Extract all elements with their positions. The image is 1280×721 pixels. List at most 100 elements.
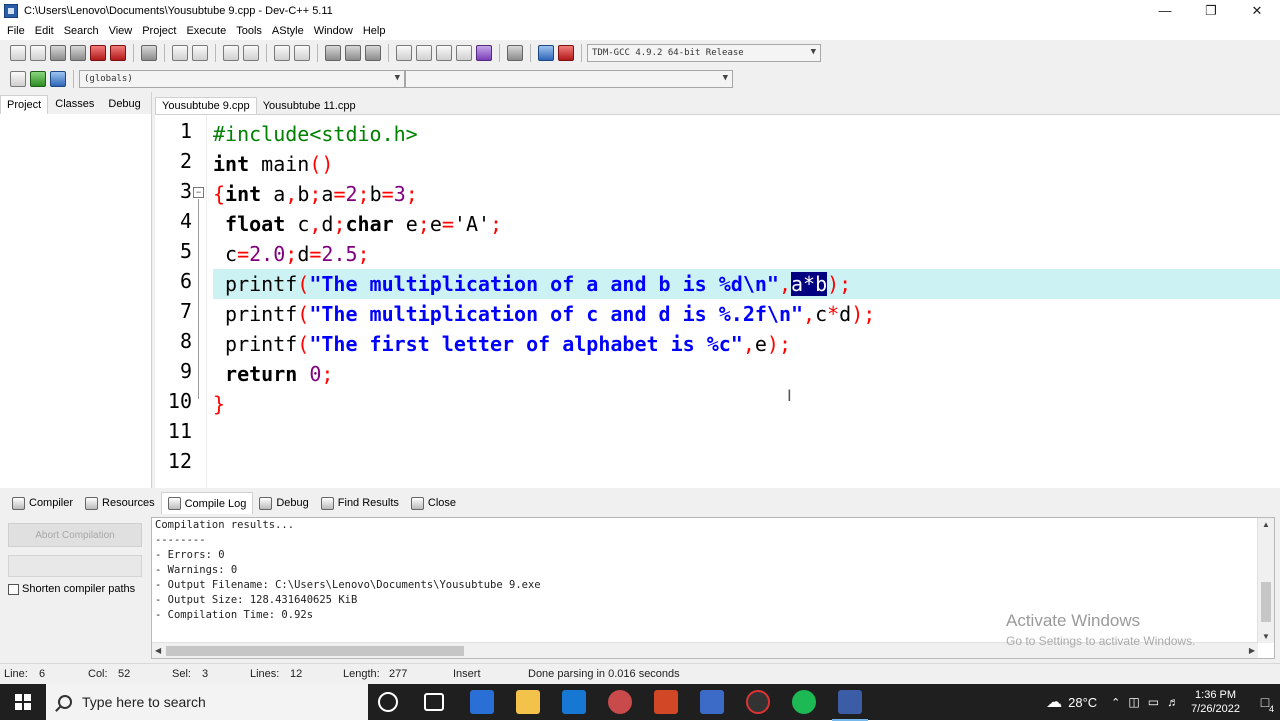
weather-temperature[interactable]: 28°C bbox=[1068, 695, 1097, 710]
abort-compilation-button[interactable]: Abort Compilation bbox=[8, 523, 142, 547]
run-icon[interactable] bbox=[416, 45, 432, 61]
chevron-down-icon: ▼ bbox=[722, 73, 728, 83]
tab-debug-bottom[interactable]: Debug bbox=[253, 492, 314, 514]
bookmark-icon[interactable] bbox=[294, 45, 310, 61]
find-icon[interactable] bbox=[223, 45, 239, 61]
microsoft-store-icon[interactable] bbox=[470, 690, 494, 714]
file-explorer-icon[interactable] bbox=[516, 690, 540, 714]
shorten-paths-checkbox[interactable] bbox=[8, 583, 19, 595]
menu-search[interactable]: Search bbox=[59, 25, 104, 37]
compile-icon[interactable] bbox=[396, 45, 412, 61]
settings-app-icon[interactable] bbox=[700, 690, 724, 714]
start-button[interactable] bbox=[0, 684, 46, 720]
tab-yousubtube-9[interactable]: Yousubtube 9.cpp bbox=[155, 97, 257, 114]
weather-cloud-icon[interactable]: ☁ bbox=[1046, 692, 1062, 712]
goto-line-icon[interactable] bbox=[274, 45, 290, 61]
notification-center-button[interactable]: □ 4 bbox=[1250, 684, 1280, 720]
tab-project[interactable]: Project bbox=[0, 95, 49, 114]
chevron-down-icon: ▼ bbox=[394, 73, 400, 83]
tab-find-results[interactable]: Find Results bbox=[315, 492, 405, 514]
taskbar-clock[interactable]: 1:36 PM 7/26/2022 bbox=[1191, 688, 1240, 716]
tab-classes[interactable]: Classes bbox=[48, 94, 101, 114]
member-select[interactable]: ▼ bbox=[405, 70, 733, 88]
battery-icon[interactable]: ▭ bbox=[1148, 695, 1159, 709]
code-token: * bbox=[827, 302, 840, 326]
status-bar: Line: 6 Col: 52 Sel: 3 Lines: 12 Length:… bbox=[0, 663, 1280, 684]
menu-edit[interactable]: Edit bbox=[30, 25, 59, 37]
scroll-right-icon[interactable]: ▶ bbox=[1249, 646, 1255, 655]
menu-view[interactable]: View bbox=[104, 25, 138, 37]
tab-compiler[interactable]: Compiler bbox=[6, 492, 79, 514]
main-toolbar: TDM-GCC 4.9.2 64-bit Release ▼ bbox=[0, 40, 1280, 66]
toggle-comment-icon[interactable] bbox=[365, 45, 381, 61]
tab-close[interactable]: Close bbox=[405, 492, 462, 514]
powerpoint-icon[interactable] bbox=[654, 690, 678, 714]
scrollbar-thumb[interactable] bbox=[1261, 582, 1271, 622]
menu-window[interactable]: Window bbox=[309, 25, 358, 37]
tab-compile-log[interactable]: Compile Log bbox=[160, 492, 254, 514]
save-all-icon[interactable] bbox=[70, 45, 86, 61]
menu-project[interactable]: Project bbox=[137, 25, 181, 37]
insert-code-icon[interactable] bbox=[30, 71, 46, 87]
spotify-icon[interactable] bbox=[792, 690, 816, 714]
recorder-icon[interactable] bbox=[746, 690, 770, 714]
mail-icon[interactable] bbox=[562, 690, 586, 714]
open-file-icon[interactable] bbox=[30, 45, 46, 61]
volume-icon[interactable]: ♬ bbox=[1167, 695, 1179, 709]
scrollbar-thumb[interactable] bbox=[166, 646, 464, 656]
toolbar-separator bbox=[317, 44, 318, 62]
stop-execution-icon[interactable] bbox=[507, 45, 523, 61]
menu-execute[interactable]: Execute bbox=[181, 25, 231, 37]
tab-debug[interactable]: Debug bbox=[101, 94, 147, 114]
scroll-up-icon[interactable]: ▲ bbox=[1262, 520, 1270, 529]
profile-chart-icon[interactable] bbox=[538, 45, 554, 61]
close-all-icon[interactable] bbox=[110, 45, 126, 61]
code-token: printf bbox=[225, 332, 298, 356]
tab-resources[interactable]: Resources bbox=[79, 492, 161, 514]
menu-file[interactable]: File bbox=[2, 25, 30, 37]
task-view-icon[interactable] bbox=[424, 693, 444, 711]
syntax-check-icon[interactable] bbox=[476, 45, 492, 61]
close-button[interactable]: ✕ bbox=[1234, 0, 1280, 21]
taskbar-search-box[interactable]: Type here to search bbox=[46, 684, 368, 720]
code-token: int bbox=[225, 182, 262, 206]
debug-icon[interactable] bbox=[558, 45, 574, 61]
code-line-3: {int a,b;a=2;b=3; bbox=[213, 179, 1280, 209]
fold-collapse-icon[interactable]: − bbox=[193, 187, 204, 198]
close-file-icon[interactable] bbox=[90, 45, 106, 61]
redo-icon[interactable] bbox=[192, 45, 208, 61]
scroll-left-icon[interactable]: ◀ bbox=[155, 646, 161, 655]
scroll-down-icon[interactable]: ▼ bbox=[1262, 632, 1270, 641]
code-token: b bbox=[297, 182, 310, 206]
minimize-button[interactable]: — bbox=[1142, 0, 1188, 21]
tab-yousubtube-11[interactable]: Yousubtube 11.cpp bbox=[257, 98, 362, 114]
new-project-icon[interactable] bbox=[10, 71, 26, 87]
cortana-icon[interactable] bbox=[378, 692, 398, 712]
compile-run-icon[interactable] bbox=[436, 45, 452, 61]
save-icon[interactable] bbox=[50, 45, 66, 61]
code-token: ; bbox=[285, 242, 298, 266]
menu-tools[interactable]: Tools bbox=[231, 25, 267, 37]
log-vertical-scrollbar[interactable]: ▲ ▼ bbox=[1257, 518, 1274, 643]
restore-button[interactable]: ❐ bbox=[1188, 0, 1234, 21]
menu-help[interactable]: Help bbox=[358, 25, 391, 37]
code-token: 2 bbox=[345, 182, 358, 206]
replace-icon[interactable] bbox=[243, 45, 259, 61]
unindent-icon[interactable] bbox=[345, 45, 361, 61]
compiler-select[interactable]: TDM-GCC 4.9.2 64-bit Release ▼ bbox=[587, 44, 821, 62]
shorten-paths-option[interactable]: Shorten compiler paths bbox=[8, 583, 135, 595]
paint-3d-icon[interactable] bbox=[608, 690, 632, 714]
toolbar-separator bbox=[73, 70, 74, 88]
new-file-icon[interactable] bbox=[10, 45, 26, 61]
network-icon[interactable]: ◫ bbox=[1128, 695, 1139, 709]
undo-icon[interactable] bbox=[172, 45, 188, 61]
tray-chevron-up-icon[interactable]: ⌃ bbox=[1111, 696, 1120, 709]
menu-astyle[interactable]: AStyle bbox=[267, 25, 309, 37]
scope-select[interactable]: (globals) ▼ bbox=[79, 70, 405, 88]
toggle-bookmark-icon[interactable] bbox=[50, 71, 66, 87]
print-icon[interactable] bbox=[141, 45, 157, 61]
rebuild-icon[interactable] bbox=[456, 45, 472, 61]
devcpp-taskbar-icon[interactable] bbox=[832, 690, 868, 721]
indent-icon[interactable] bbox=[325, 45, 341, 61]
code-editor[interactable]: 1 2 3 4 5 6 7 8 9 10 11 12 − #include<st… bbox=[155, 114, 1280, 488]
